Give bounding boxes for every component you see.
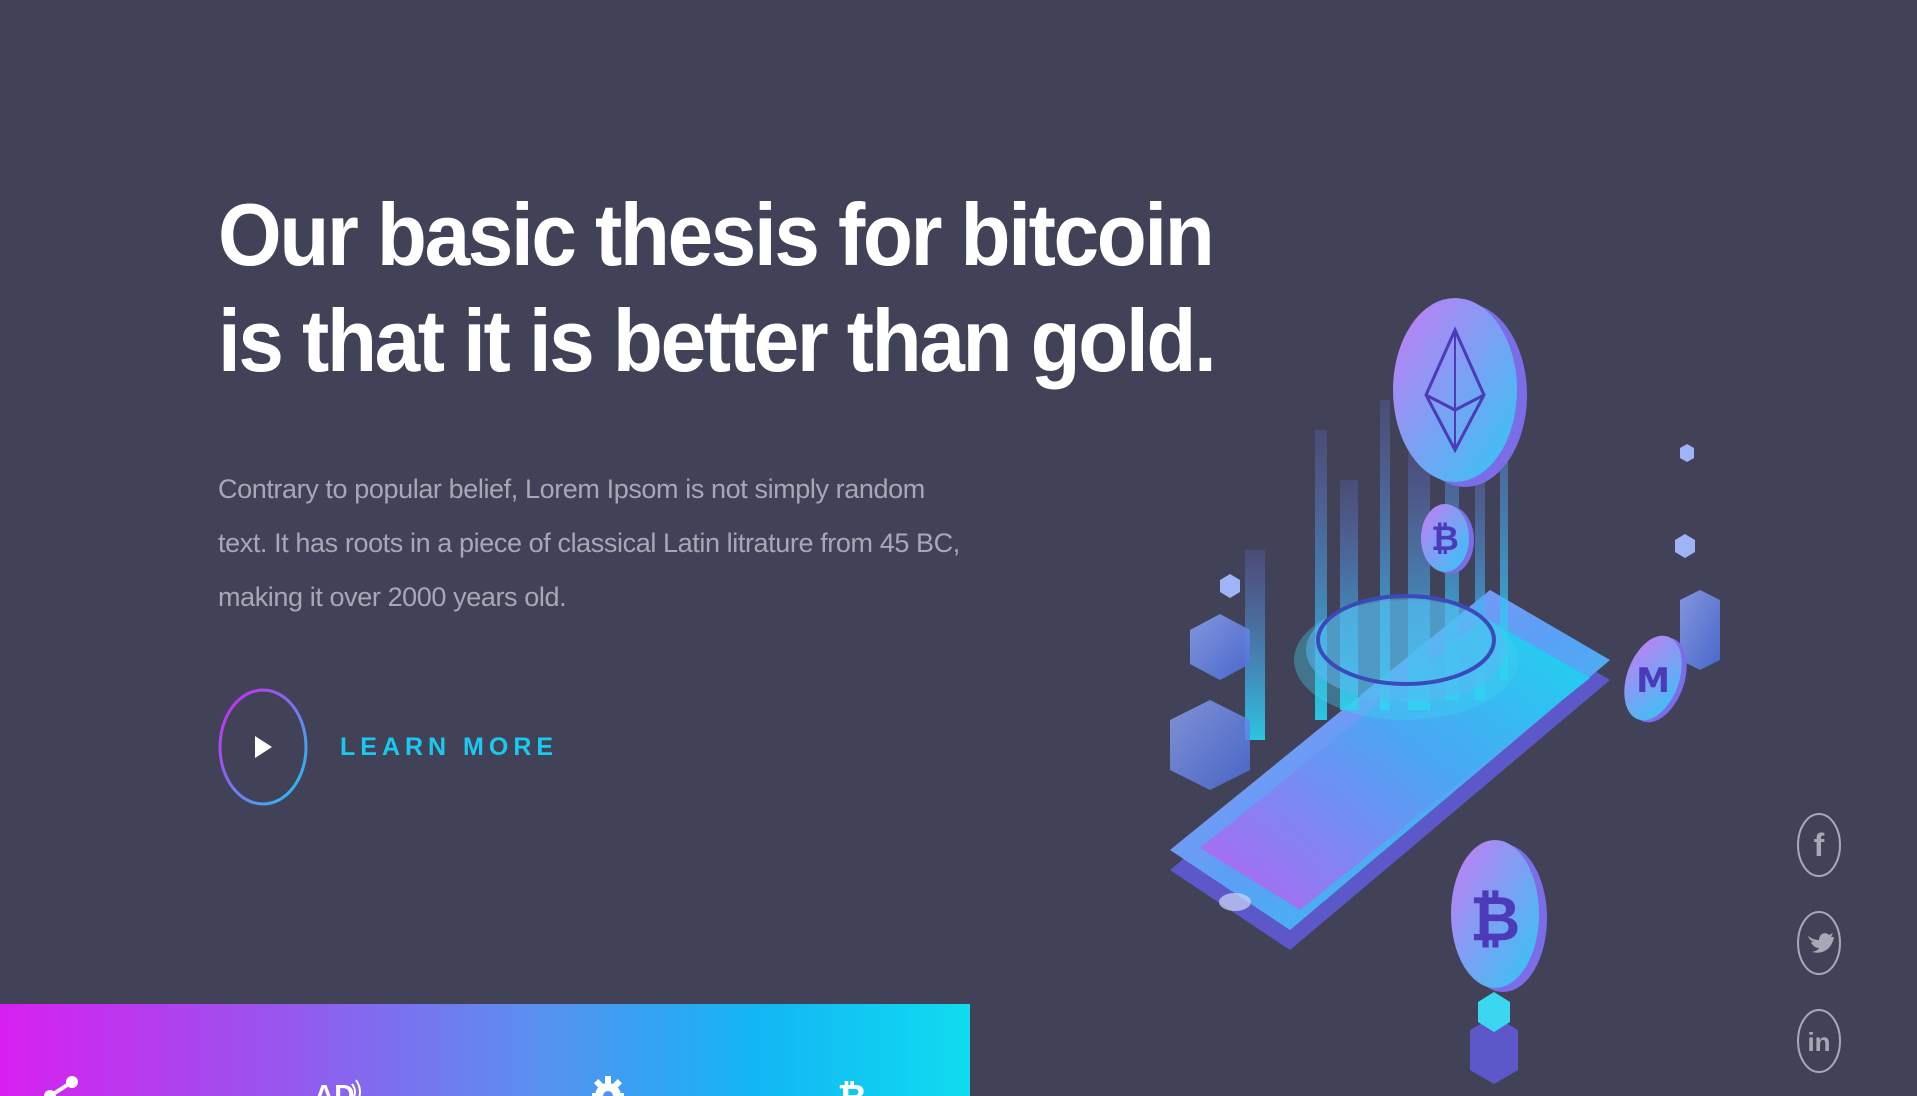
facebook-link[interactable]: f — [1796, 812, 1842, 878]
hero-title: Our basic thesis for bitcoin is that it … — [218, 182, 1217, 394]
bitcoin-coin-large: ₿ — [1451, 840, 1547, 992]
twitter-icon[interactable] — [1796, 910, 1842, 976]
svg-text:₿: ₿ — [1431, 519, 1459, 559]
hero-description-line-1: Contrary to popular belief, Lorem Ipsom … — [218, 474, 925, 504]
svg-text:f: f — [1814, 827, 1825, 863]
twitter-link[interactable] — [1796, 910, 1842, 976]
svg-text:AD: AD — [314, 1079, 354, 1096]
hero-page: Our basic thesis for bitcoin is that it … — [0, 0, 1917, 1096]
crypto-illustration: ₿ M ₿ — [1170, 298, 1720, 1084]
bitcoin-icon[interactable]: ₿ — [830, 1070, 874, 1096]
facebook-icon[interactable]: f — [1796, 812, 1842, 878]
hero-description-line-3: making it over 2000 years old. — [218, 582, 567, 612]
svg-text:in: in — [1807, 1027, 1830, 1057]
svg-text:₿: ₿ — [837, 1078, 866, 1096]
play-icon[interactable] — [218, 688, 308, 806]
hero-description: Contrary to popular belief, Lorem Ipsom … — [218, 462, 978, 624]
social-links: f in — [1796, 812, 1842, 1096]
learn-more-label: LEARN MORE — [340, 732, 559, 761]
learn-more-button[interactable]: LEARN MORE — [218, 688, 558, 806]
share-icon[interactable] — [40, 1070, 84, 1096]
svg-text:₿: ₿ — [1470, 882, 1521, 955]
hero-title-line-1: Our basic thesis for bitcoin — [218, 185, 1215, 284]
linkedin-icon[interactable]: in — [1796, 1008, 1842, 1074]
ad-icon[interactable]: AD — [312, 1070, 362, 1096]
hero-title-line-2: is that it is better than gold. — [218, 291, 1217, 390]
feature-bar: AD ₿ — [0, 1004, 970, 1096]
linkedin-link[interactable]: in — [1796, 1008, 1842, 1074]
hero-description-line-2: text. It has roots in a piece of classic… — [218, 528, 960, 558]
svg-text:M: M — [1636, 661, 1670, 701]
gear-icon[interactable] — [586, 1070, 630, 1096]
